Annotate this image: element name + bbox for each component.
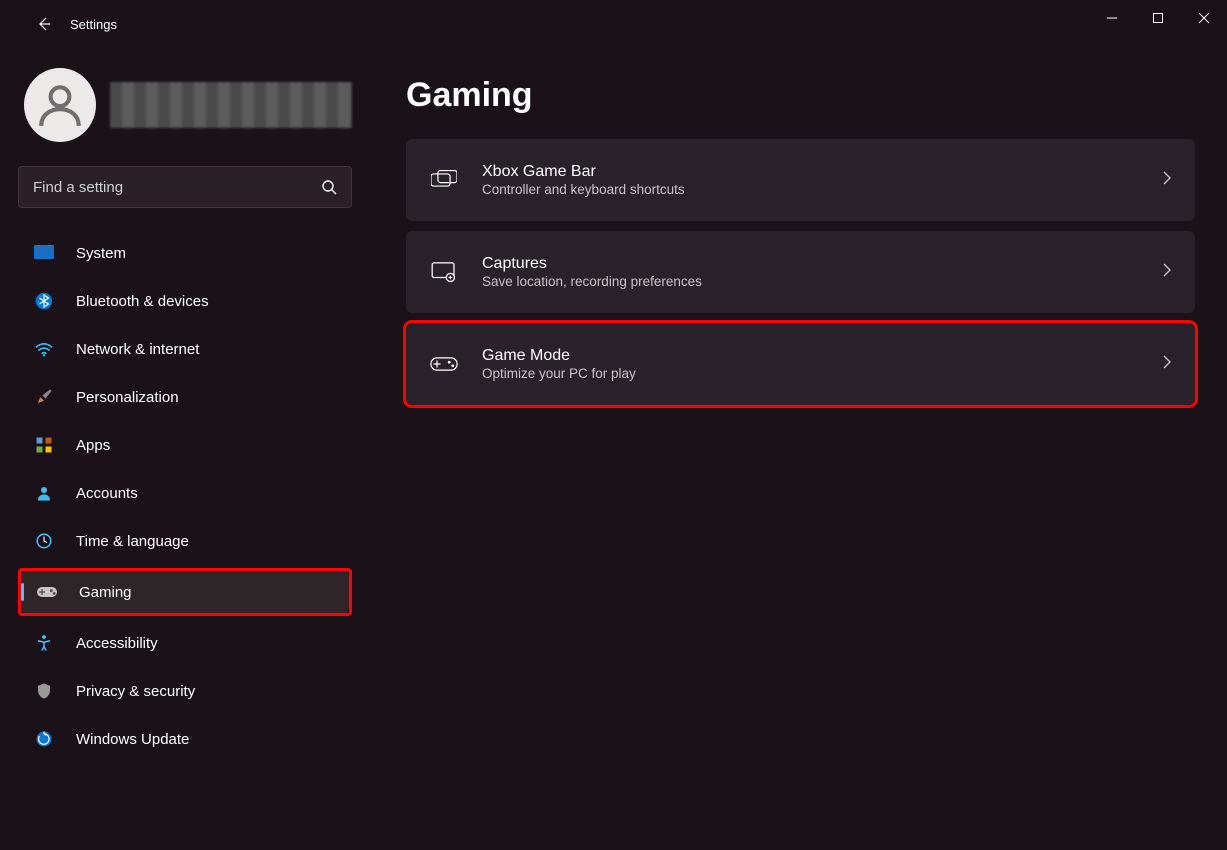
bluetooth-icon (32, 291, 56, 311)
nav-item-label: Apps (76, 437, 110, 454)
search-icon (321, 179, 337, 195)
arrow-left-icon (36, 16, 52, 32)
card-subtitle: Controller and keyboard shortcuts (482, 182, 1161, 197)
search-box[interactable] (18, 166, 352, 208)
game-mode-icon (428, 355, 460, 373)
captures-icon (428, 262, 460, 282)
update-icon (32, 729, 56, 749)
avatar (24, 68, 96, 142)
nav-item-label: Personalization (76, 389, 179, 406)
wifi-icon (32, 339, 56, 359)
page-title: Gaming (406, 76, 1195, 115)
nav-item-time-language[interactable]: Time & language (18, 520, 352, 562)
nav-item-label: Privacy & security (76, 683, 195, 700)
shield-icon (32, 681, 56, 701)
nav-item-bluetooth[interactable]: Bluetooth & devices (18, 280, 352, 322)
clock-icon (32, 531, 56, 551)
chevron-right-icon (1161, 355, 1173, 374)
nav-item-apps[interactable]: Apps (18, 424, 352, 466)
card-title: Xbox Game Bar (482, 163, 1161, 181)
nav-item-label: Windows Update (76, 731, 189, 748)
back-button[interactable] (24, 4, 64, 44)
gaming-icon (35, 582, 59, 602)
minimize-button[interactable] (1089, 0, 1135, 36)
app-title: Settings (70, 17, 117, 32)
nav-item-system[interactable]: System (18, 232, 352, 274)
nav-item-label: Accessibility (76, 635, 158, 652)
profile-name-redacted (110, 82, 352, 128)
nav-item-windows-update[interactable]: Windows Update (18, 718, 352, 760)
card-title: Captures (482, 255, 1161, 273)
accessibility-icon (32, 633, 56, 653)
card-xbox-game-bar[interactable]: Xbox Game Bar Controller and keyboard sh… (406, 139, 1195, 221)
game-bar-icon (428, 170, 460, 190)
card-subtitle: Save location, recording preferences (482, 274, 1161, 289)
nav-item-privacy[interactable]: Privacy & security (18, 670, 352, 712)
nav-item-label: Accounts (76, 485, 138, 502)
apps-icon (32, 435, 56, 455)
nav-item-accessibility[interactable]: Accessibility (18, 622, 352, 664)
titlebar: Settings (0, 0, 1227, 48)
settings-cards: Xbox Game Bar Controller and keyboard sh… (406, 139, 1195, 405)
nav-item-label: Network & internet (76, 341, 199, 358)
nav-item-label: Time & language (76, 533, 189, 550)
card-captures[interactable]: Captures Save location, recording prefer… (406, 231, 1195, 313)
nav-item-gaming[interactable]: Gaming (21, 571, 349, 613)
chevron-right-icon (1161, 263, 1173, 282)
profile-section[interactable] (18, 68, 352, 142)
card-game-mode[interactable]: Game Mode Optimize your PC for play (406, 323, 1195, 405)
maximize-button[interactable] (1135, 0, 1181, 36)
close-icon (1198, 12, 1210, 24)
nav-item-label: Gaming (79, 584, 132, 601)
close-button[interactable] (1181, 0, 1227, 36)
search-input[interactable] (33, 179, 321, 196)
chevron-right-icon (1161, 171, 1173, 190)
nav-item-personalization[interactable]: Personalization (18, 376, 352, 418)
minimize-icon (1106, 12, 1118, 24)
card-subtitle: Optimize your PC for play (482, 366, 1161, 381)
main-content: Gaming Xbox Game Bar Controller and keyb… (370, 48, 1227, 850)
maximize-icon (1152, 12, 1164, 24)
nav-item-label: Bluetooth & devices (76, 293, 209, 310)
brush-icon (32, 387, 56, 407)
nav-list: System Bluetooth & devices Network & int… (18, 232, 352, 760)
card-title: Game Mode (482, 347, 1161, 365)
nav-item-accounts[interactable]: Accounts (18, 472, 352, 514)
nav-item-label: System (76, 245, 126, 262)
sidebar: System Bluetooth & devices Network & int… (0, 48, 370, 850)
nav-item-network[interactable]: Network & internet (18, 328, 352, 370)
system-icon (32, 243, 56, 263)
person-icon (35, 80, 85, 130)
accounts-icon (32, 483, 56, 503)
